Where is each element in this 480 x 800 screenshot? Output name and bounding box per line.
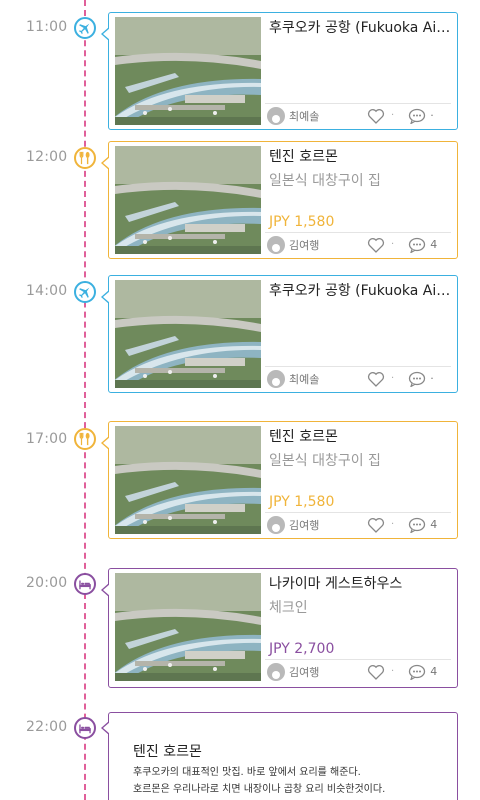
heart-icon[interactable] (367, 664, 385, 680)
separator-dot: · (391, 666, 395, 677)
heart-icon[interactable] (367, 108, 385, 124)
comment-icon[interactable] (408, 108, 426, 124)
separator-dot: · (391, 519, 395, 530)
place-title: 후쿠오카 공항 (Fukuoka Airp... (269, 283, 451, 299)
place-photo (115, 17, 261, 125)
comment-icon[interactable] (408, 237, 426, 253)
airplane-icon (74, 281, 96, 303)
price: JPY 1,580 (269, 214, 335, 230)
note-title: 텐진 호르몬 (133, 744, 202, 760)
bed-icon (74, 573, 96, 595)
author-name: 최예솔 (289, 372, 320, 386)
separator-dot: · (391, 373, 395, 384)
author-name: 최예솔 (289, 109, 320, 123)
airplane-icon (74, 17, 96, 39)
timeline-line (84, 0, 86, 800)
comment-icon[interactable] (408, 371, 426, 387)
separator-dot: · (391, 110, 395, 121)
time-label: 22:00 (26, 719, 68, 735)
place-title: 텐진 호르몬 (269, 149, 338, 165)
card-footer: 최예솔 · · (265, 366, 451, 390)
itinerary-card[interactable]: 텐진 호르몬 일본식 대창구이 집 JPY 1,580 김여행 · 4 (101, 141, 458, 259)
place-title: 후쿠오카 공항 (Fukuoka Airp... (269, 20, 451, 36)
note-card[interactable]: 텐진 호르몬 후쿠오카의 대표적인 맛집. 바로 앞에서 요리를 해준다. 호르… (101, 712, 458, 800)
place-subtitle: 일본식 대창구이 집 (269, 453, 381, 469)
avatar (267, 106, 285, 125)
time-label: 14:00 (26, 283, 68, 299)
comment-count: 4 (430, 665, 438, 678)
card-footer: 김여행 · 4 (265, 232, 451, 256)
comment-icon[interactable] (408, 664, 426, 680)
comment-count: 4 (430, 518, 438, 531)
card-footer: 최예솔 · · (265, 103, 451, 127)
time-label: 12:00 (26, 149, 68, 165)
place-title: 나카이마 게스트하우스 (269, 576, 403, 592)
author-name: 김여행 (289, 518, 320, 532)
heart-icon[interactable] (367, 371, 385, 387)
place-title: 텐진 호르몬 (269, 429, 338, 445)
fork-spoon-icon (74, 428, 96, 450)
avatar (267, 662, 285, 681)
heart-icon[interactable] (367, 517, 385, 533)
comment-count: · (430, 109, 434, 122)
author-name: 김여행 (289, 665, 320, 679)
separator-dot: · (391, 239, 395, 250)
fork-spoon-icon (74, 147, 96, 169)
price: JPY 2,700 (269, 641, 335, 657)
place-subtitle: 체크인 (269, 600, 308, 616)
itinerary-card[interactable]: 텐진 호르몬 일본식 대창구이 집 JPY 1,580 김여행 · 4 (101, 421, 458, 539)
comment-icon[interactable] (408, 517, 426, 533)
note-text-line: 호르몬은 우리나라로 치면 내장이나 곱창 요리 비슷한것이다. (133, 784, 386, 795)
time-label: 20:00 (26, 575, 68, 591)
price: JPY 1,580 (269, 494, 335, 510)
place-photo (115, 146, 261, 254)
place-photo (115, 280, 261, 388)
card-footer: 김여행 · 4 (265, 512, 451, 536)
author-name: 김여행 (289, 238, 320, 252)
avatar (267, 369, 285, 388)
comment-count: · (430, 372, 434, 385)
avatar (267, 235, 285, 254)
card-footer: 김여행 · 4 (265, 659, 451, 683)
place-photo (115, 573, 261, 681)
itinerary-card[interactable]: 후쿠오카 공항 (Fukuoka Airp... 최예솔 · · (101, 12, 458, 130)
place-photo (115, 426, 261, 534)
heart-icon[interactable] (367, 237, 385, 253)
bed-icon (74, 717, 96, 739)
itinerary-card[interactable]: 후쿠오카 공항 (Fukuoka Airp... 최예솔 · · (101, 275, 458, 393)
place-subtitle: 일본식 대창구이 집 (269, 173, 381, 189)
time-label: 17:00 (26, 431, 68, 447)
itinerary-card[interactable]: 나카이마 게스트하우스 체크인 JPY 2,700 김여행 · 4 (101, 568, 458, 688)
time-label: 11:00 (26, 19, 68, 35)
comment-count: 4 (430, 238, 438, 251)
avatar (267, 515, 285, 534)
note-text-line: 후쿠오카의 대표적인 맛집. 바로 앞에서 요리를 해준다. (133, 767, 361, 778)
